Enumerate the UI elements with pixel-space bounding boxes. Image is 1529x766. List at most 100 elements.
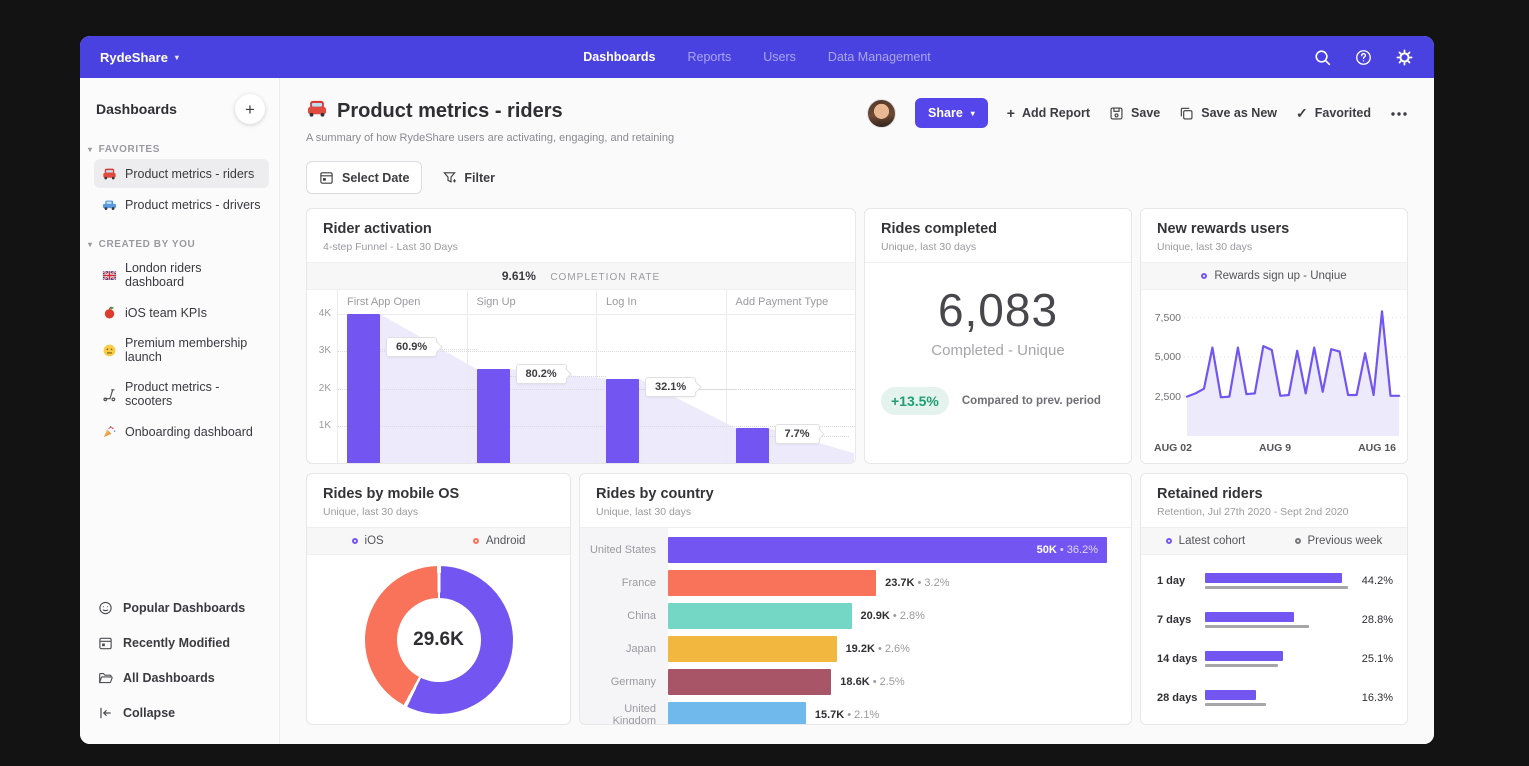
card-subtitle: 4-step Funnel - Last 30 Days <box>323 241 458 253</box>
card-subtitle: Unique, last 30 days <box>596 506 692 518</box>
save-as-new-button[interactable]: Save as New <box>1179 106 1277 121</box>
dashboard-header: Product metrics - riders A summary of ho… <box>306 97 1408 144</box>
dashboard-title-row: Product metrics - riders <box>306 97 674 125</box>
sidebar-sections: ▾ FAVORITES Product metrics - riders Produc… <box>88 124 269 448</box>
funnel-gridline <box>337 314 855 315</box>
legend-item-rewards-sign-up-unqiue[interactable]: Rewards sign up - Unqiue <box>1201 270 1347 282</box>
sidebar-item-label: London riders dashboard <box>125 261 202 289</box>
nav-item-reports[interactable]: Reports <box>687 50 731 64</box>
calendar-icon <box>320 172 333 184</box>
legend-item-android[interactable]: Android <box>472 535 526 547</box>
sidebar-footer-popular-dashboards[interactable]: Popular Dashboards <box>94 592 269 623</box>
card-header: Rides by country Unique, last 30 days <box>580 474 1131 528</box>
retention-percentage: 28.8% <box>1361 613 1393 626</box>
cards-grid: Rider activation 4-step Funnel - Last 30… <box>306 208 1408 725</box>
red-car-icon <box>306 97 328 125</box>
funnel-bar <box>735 427 769 463</box>
country-bar-chart: United States 50K • 36.2% France 23.7K • 3.… <box>580 528 1131 724</box>
more-options-button[interactable] <box>1390 104 1408 122</box>
donut-chart: 29.6K <box>364 565 513 714</box>
add-report-button[interactable]: + Add Report <box>1007 106 1090 120</box>
x-axis-label: AUG 02 <box>1154 441 1192 454</box>
workspace-menu[interactable]: RydeShare ▾ <box>100 50 179 65</box>
retention-percentage: 25.1% <box>1361 653 1393 666</box>
avatar[interactable] <box>867 98 897 128</box>
sidebar-item-product-metrics-riders[interactable]: Product metrics - riders <box>94 159 269 188</box>
sidebar-item-premium-membership-launch[interactable]: Premium membership launch <box>94 329 269 371</box>
retention-bar-track <box>1205 572 1351 589</box>
card-rider-activation: Rider activation 4-step Funnel - Last 30… <box>306 208 856 464</box>
favorited-button[interactable]: ✓ Favorited <box>1296 106 1371 120</box>
funnel-bar <box>347 314 380 463</box>
funnel-step-label: First App Open <box>347 296 421 308</box>
country-bar-track: 50K • 36.2% <box>668 536 1131 563</box>
legend-label: Rewards sign up - Unqiue <box>1214 270 1347 282</box>
sidebar-item-london-riders-dashboard[interactable]: London riders dashboard <box>94 254 269 296</box>
share-button[interactable]: Share ▾ <box>915 98 988 128</box>
funnel-conversion-tag: 80.2% <box>515 364 567 385</box>
sidebar-item-label: Product metrics - scooters <box>125 380 220 408</box>
help-icon[interactable] <box>1354 48 1373 67</box>
legend-item-ios[interactable]: iOS <box>351 535 384 547</box>
sidebar-footer-all-dashboards[interactable]: All Dashboards <box>94 662 269 693</box>
country-label: Germany <box>610 675 656 688</box>
sidebar-item-onboarding-dashboard[interactable]: Onboarding dashboard <box>94 417 269 446</box>
legend-ring-icon <box>1165 538 1172 544</box>
country-row: United Kingdom 15.7K • 2.1% <box>580 698 1131 724</box>
nav-item-data-management[interactable]: Data Management <box>828 50 931 64</box>
kpi-value: 6,083 <box>937 284 1059 336</box>
funnel-chart: First App Open Sign Up Log In Add Payment T… <box>307 290 855 463</box>
nav-item-dashboards[interactable]: Dashboards <box>583 50 655 64</box>
country-label: United States <box>589 543 656 556</box>
party-popper-icon <box>102 424 117 439</box>
donut-chart-body: 29.6K <box>307 555 570 724</box>
card-title: Rides by mobile OS <box>323 486 460 502</box>
country-bar-track: 18.6K • 2.5% <box>668 668 1131 695</box>
apple-icon <box>102 305 117 320</box>
collapse-icon <box>98 705 113 720</box>
card-title: Rides completed <box>881 221 998 237</box>
new-dashboard-button[interactable]: + <box>235 94 265 124</box>
sidebar-footer-recently-modified[interactable]: Recently Modified <box>94 627 269 658</box>
neutral-face-icon <box>102 343 117 358</box>
country-bar-value: 18.6K • 2.5% <box>840 675 905 688</box>
legend-band: Rewards sign up - Unqiue <box>1141 263 1407 290</box>
sidebar-footer-collapse[interactable]: Collapse <box>94 697 269 728</box>
donut-center-value: 29.6K <box>396 597 481 682</box>
select-date-button[interactable]: Select Date <box>306 161 423 194</box>
legend-item-previous-week[interactable]: Previous week <box>1294 535 1382 547</box>
funnel-bar <box>606 378 639 463</box>
retention-row: 28 days 16.3% <box>1141 690 1407 707</box>
kick-scooter-icon <box>102 387 117 402</box>
sidebar-item-ios-team-kpis[interactable]: iOS team KPIs <box>94 298 269 327</box>
search-icon[interactable] <box>1313 48 1332 67</box>
card-title: Rides by country <box>596 486 714 502</box>
retention-bar-previous <box>1205 585 1348 589</box>
sidebar-item-product-metrics-drivers[interactable]: Product metrics - drivers <box>94 190 269 219</box>
sidebar-section-favorites[interactable]: ▾ FAVORITES <box>88 144 269 155</box>
country-bar <box>668 701 806 724</box>
retention-bar-current <box>1205 611 1295 622</box>
retention-bar-current <box>1205 690 1256 701</box>
card-subtitle: Unique, last 30 days <box>1157 241 1253 253</box>
legend-label: Android <box>485 535 526 547</box>
kpi-delta-row: +13.5% Compared to prev. period <box>865 387 1131 415</box>
card-header: Rider activation 4-step Funnel - Last 30… <box>307 209 855 263</box>
retention-bar-current <box>1205 651 1283 662</box>
settings-gear-icon[interactable] <box>1395 48 1414 67</box>
country-bar-value: 19.2K • 2.6% <box>845 642 910 655</box>
save-button[interactable]: Save <box>1109 106 1160 121</box>
delta-note: Compared to prev. period <box>961 395 1101 407</box>
filter-button[interactable]: Filter <box>442 170 495 185</box>
legend-item-latest-cohort[interactable]: Latest cohort <box>1165 535 1245 547</box>
nav-item-users[interactable]: Users <box>763 50 796 64</box>
check-icon: ✓ <box>1296 105 1308 121</box>
sidebar-section-created-by-you[interactable]: ▾ CREATED BY YOU <box>88 239 269 250</box>
country-bar-track: 20.9K • 2.8% <box>668 602 1131 629</box>
country-bar: 50K • 36.2% <box>668 536 1107 563</box>
app-window: RydeShare ▾ Dashboards Reports Users Data M… <box>80 36 1434 744</box>
card-new-rewards-users: New rewards users Unique, last 30 days R… <box>1140 208 1408 464</box>
legend-ring-icon <box>472 538 479 544</box>
funnel-column-divider <box>466 290 468 463</box>
sidebar-item-product-metrics-scooters[interactable]: Product metrics - scooters <box>94 373 269 415</box>
